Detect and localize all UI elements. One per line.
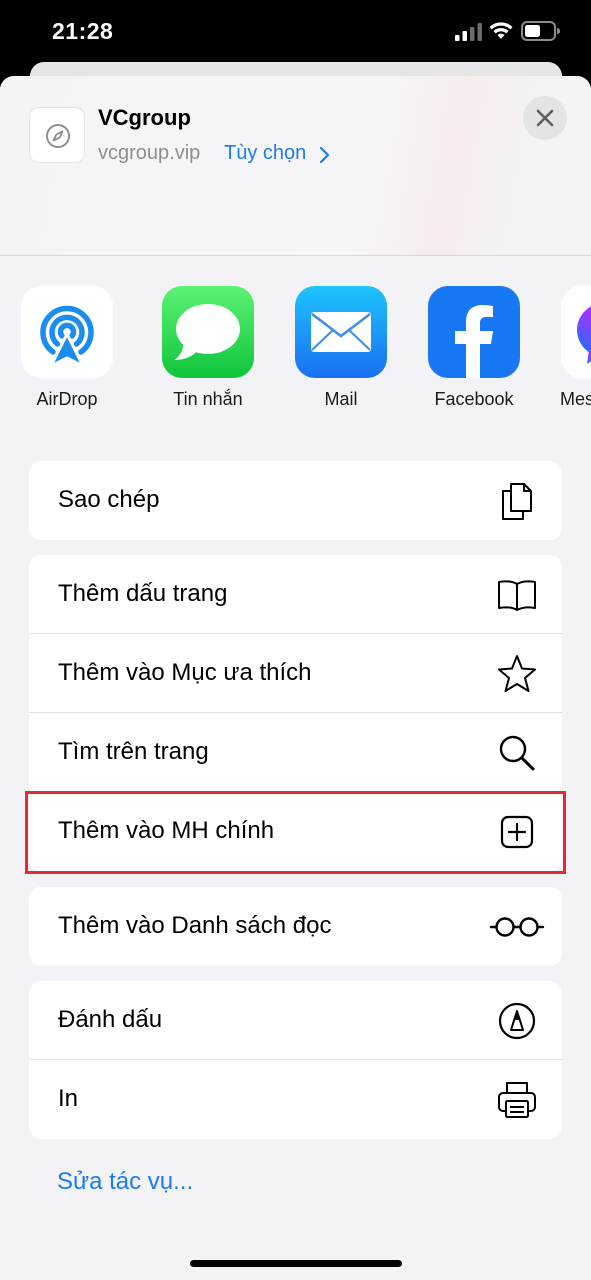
header-divider	[0, 255, 591, 256]
page-url: vcgroup.vip	[98, 142, 201, 164]
home-indicator[interactable]	[190, 1260, 402, 1267]
share-app-messenger[interactable]: Mes	[540, 286, 591, 416]
edit-actions-link[interactable]: Sửa tác vụ...	[57, 1168, 193, 1196]
status-bar: 21:28	[0, 0, 591, 64]
site-thumbnail	[29, 107, 85, 163]
action-find-on-page[interactable]: Tìm trên trang	[29, 713, 562, 792]
action-label: Thêm vào Mục ưa thích	[58, 659, 312, 686]
reading-list-group: Thêm vào Danh sách đọc	[29, 887, 562, 966]
glasses-icon	[489, 917, 545, 937]
share-app-airdrop[interactable]: AirDrop	[0, 286, 130, 416]
status-time: 21:28	[52, 18, 114, 44]
share-app-mail[interactable]: Mail	[274, 286, 404, 416]
action-label: Tìm trên trang	[58, 738, 209, 765]
search-icon	[499, 735, 535, 771]
messenger-icon	[561, 286, 591, 378]
share-app-messages[interactable]: Tin nhắn	[141, 286, 271, 416]
facebook-icon	[428, 286, 520, 378]
action-add-bookmark[interactable]: Thêm dấu trang	[29, 555, 562, 634]
copy-action-group: Sao chép	[29, 461, 562, 540]
markup-pen-icon	[498, 1002, 536, 1040]
app-label: Facebook	[434, 389, 514, 409]
options-link[interactable]: Tùy chọn	[224, 142, 306, 165]
close-icon	[536, 109, 554, 127]
app-label: AirDrop	[36, 389, 98, 409]
share-sheet-header: VCgroup vcgroup.vip Tùy chọn	[0, 76, 591, 256]
printer-icon	[498, 1082, 536, 1118]
action-label: Thêm dấu trang	[58, 580, 228, 607]
book-icon	[498, 580, 536, 611]
close-button[interactable]	[523, 96, 567, 140]
compass-icon	[46, 124, 70, 148]
chevron-right-icon[interactable]	[318, 146, 330, 164]
battery-icon	[521, 21, 560, 41]
app-label: Tin nhắn	[173, 389, 243, 409]
share-sheet: VCgroup vcgroup.vip Tùy chọn AirDrop Tin…	[0, 76, 591, 1280]
action-label: Thêm vào Danh sách đọc	[58, 912, 332, 939]
cellular-signal-icon	[455, 23, 482, 41]
star-icon	[498, 655, 536, 692]
action-label: Đánh dấu	[58, 1006, 163, 1033]
action-print[interactable]: In	[29, 1060, 562, 1139]
app-label: Mail	[324, 389, 358, 409]
app-label: Mes	[560, 389, 591, 409]
messages-icon	[162, 286, 254, 378]
airdrop-icon	[21, 286, 113, 378]
action-label: In	[58, 1085, 79, 1112]
share-app-facebook[interactable]: Facebook	[407, 286, 537, 416]
action-label: Sao chép	[58, 486, 160, 513]
mail-icon	[295, 286, 387, 378]
share-apps-row: AirDrop Tin nhắn Mail Facebook Mes	[0, 286, 591, 416]
markup-print-group: Đánh dấu In	[29, 981, 562, 1139]
page-title: VCgroup	[98, 105, 191, 130]
highlight-box	[25, 791, 566, 874]
action-markup[interactable]: Đánh dấu	[29, 981, 562, 1060]
wifi-icon	[489, 22, 513, 39]
action-add-reading-list[interactable]: Thêm vào Danh sách đọc	[29, 887, 562, 966]
action-copy[interactable]: Sao chép	[29, 461, 562, 540]
action-add-favorites[interactable]: Thêm vào Mục ưa thích	[29, 634, 562, 713]
copy-icon	[502, 483, 532, 520]
